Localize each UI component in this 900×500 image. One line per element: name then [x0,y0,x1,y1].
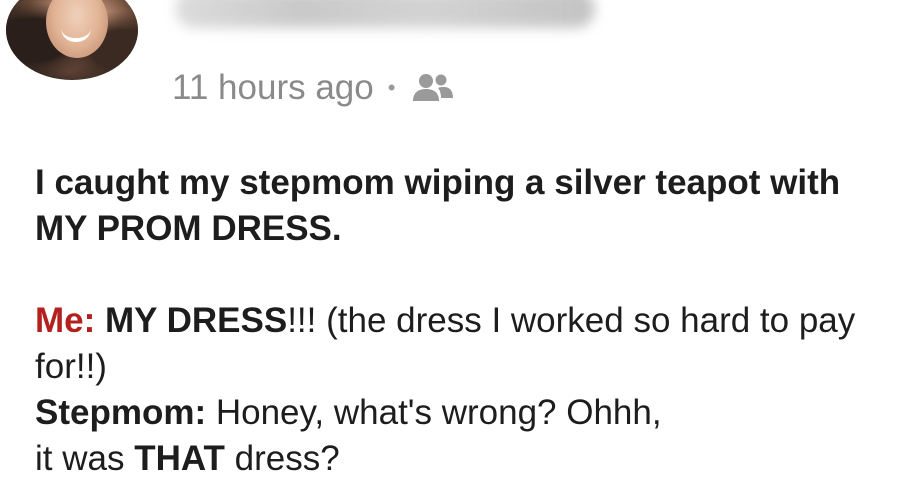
post-headline: I caught my stepmom wiping a silver teap… [35,163,841,248]
me-bangs: !!! [287,301,317,340]
blurred-author-name [175,0,595,28]
meta-separator: • [387,75,396,100]
speaker-me-label: Me: [35,301,96,340]
stepmom-emph: THAT [134,439,225,478]
avatar[interactable] [6,0,138,80]
me-exclaim: MY DRESS [105,301,288,340]
stepmom-text-2b: dress? [224,439,340,478]
post-card: 11 hours ago • I caught my stepmom wipin… [0,0,900,500]
speaker-stepmom-label: Stepmom: [35,393,207,432]
dialogue-me: Me: MY DRESS!!! (the dress I worked so h… [35,298,875,390]
dialogue-stepmom: Stepmom: Honey, what's wrong? Ohhh, it w… [35,390,875,482]
post-meta: 11 hours ago • [172,66,455,110]
post-timestamp[interactable]: 11 hours ago [172,68,374,108]
stepmom-text-2a: it was [35,439,135,478]
friends-icon[interactable] [411,71,455,105]
post-body: I caught my stepmom wiping a silver teap… [35,160,875,482]
stepmom-text-1: Honey, what's wrong? Ohhh, [206,393,662,432]
